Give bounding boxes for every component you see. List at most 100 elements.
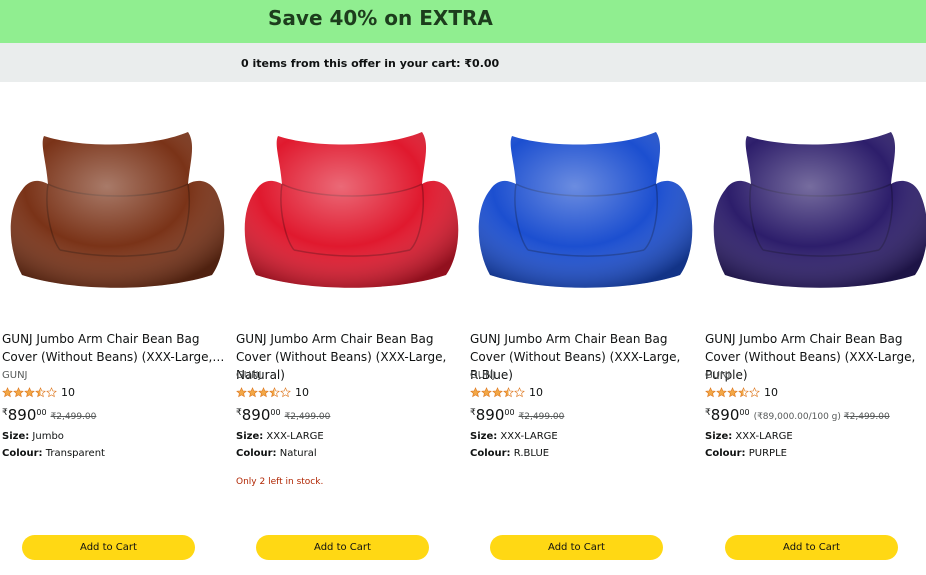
size-value: XXX-LARGE xyxy=(500,431,558,442)
product-title[interactable]: GUNJ Jumbo Arm Chair Bean Bag Cover (Wit… xyxy=(236,330,466,384)
add-to-cart-button[interactable]: Add to Cart xyxy=(490,535,663,560)
star-icon xyxy=(24,386,35,397)
size-label: Size: xyxy=(236,431,264,442)
star-icon xyxy=(727,386,738,397)
product-card-3: GUNJ Jumbo Arm Chair Bean Bag Cover (Wit… xyxy=(468,82,702,575)
star-icon xyxy=(749,386,760,397)
colour-value: Transparent xyxy=(45,448,105,459)
size-value: Jumbo xyxy=(32,431,64,442)
product-rating[interactable]: 10 xyxy=(470,384,543,400)
size-label: Size: xyxy=(470,431,498,442)
stock-note: Only 2 left in stock. xyxy=(236,477,324,487)
list-price: ₹2,499.00 xyxy=(843,412,890,422)
offer-cart-summary-bar: 0 items from this offer in your cart: ₹0… xyxy=(0,43,926,82)
product-colour: Colour: PURPLE xyxy=(705,448,787,459)
star-icon xyxy=(236,386,247,397)
star-icon xyxy=(258,386,269,397)
colour-label: Colour: xyxy=(705,448,746,459)
offer-banner: Save 40% on EXTRA xyxy=(0,0,926,43)
star-rating xyxy=(470,386,525,398)
star-rating xyxy=(705,386,760,398)
star-icon xyxy=(13,386,24,397)
product-rating[interactable]: 10 xyxy=(236,384,309,400)
product-rating[interactable]: 10 xyxy=(2,384,75,400)
list-price: ₹2,499.00 xyxy=(50,412,97,422)
rating-count[interactable]: 10 xyxy=(61,386,75,399)
star-icon xyxy=(481,386,492,397)
product-size: Size: Jumbo xyxy=(2,431,64,442)
list-price: ₹2,499.00 xyxy=(518,412,565,422)
star-rating xyxy=(2,386,57,398)
product-brand: GUNJ xyxy=(705,370,731,381)
price-fraction: 00 xyxy=(504,408,515,417)
star-icon xyxy=(738,386,749,397)
star-icon xyxy=(514,386,525,397)
colour-label: Colour: xyxy=(236,448,277,459)
star-icon xyxy=(46,386,57,397)
price-whole: 890 xyxy=(7,406,37,424)
product-rating[interactable]: 10 xyxy=(705,384,778,400)
star-icon xyxy=(269,386,280,397)
rating-count[interactable]: 10 xyxy=(764,386,778,399)
list-price: ₹2,499.00 xyxy=(284,412,331,422)
product-card-2: GUNJ Jumbo Arm Chair Bean Bag Cover (Wit… xyxy=(234,82,468,575)
add-to-cart-button[interactable]: Add to Cart xyxy=(22,535,195,560)
bean-bag-brown-image xyxy=(10,132,225,288)
product-title[interactable]: GUNJ Jumbo Arm Chair Bean Bag Cover (Wit… xyxy=(470,330,700,384)
product-price: ₹ 890 00 ₹2,499.00 xyxy=(236,406,330,424)
add-to-cart-button[interactable]: Add to Cart xyxy=(256,535,429,560)
price-whole: 890 xyxy=(475,406,505,424)
price-fraction: 00 xyxy=(270,408,281,417)
bean-bag-purple-image xyxy=(713,132,926,288)
star-icon xyxy=(280,386,291,397)
product-image[interactable] xyxy=(468,100,702,300)
product-title[interactable]: GUNJ Jumbo Arm Chair Bean Bag Cover (Wit… xyxy=(2,330,232,366)
price-whole: 890 xyxy=(710,406,740,424)
product-colour: Colour: Transparent xyxy=(2,448,105,459)
colour-value: PURPLE xyxy=(748,448,787,459)
star-icon xyxy=(247,386,258,397)
product-size: Size: XXX-LARGE xyxy=(705,431,793,442)
price-whole: 890 xyxy=(241,406,271,424)
product-brand: GUNJ xyxy=(470,370,496,381)
size-label: Size: xyxy=(2,431,30,442)
product-brand: GUNJ xyxy=(236,370,262,381)
offer-title: Save 40% on EXTRA xyxy=(268,6,493,30)
price-fraction: 00 xyxy=(36,408,47,417)
size-value: XXX-LARGE xyxy=(735,431,793,442)
product-image[interactable] xyxy=(0,100,234,300)
product-colour: Colour: Natural xyxy=(236,448,317,459)
star-icon xyxy=(2,386,13,397)
colour-value: R.BLUE xyxy=(513,448,550,459)
star-icon xyxy=(705,386,716,397)
add-to-cart-button[interactable]: Add to Cart xyxy=(725,535,898,560)
star-icon xyxy=(470,386,481,397)
product-colour: Colour: R.BLUE xyxy=(470,448,549,459)
bean-bag-red-image xyxy=(244,132,459,288)
star-icon xyxy=(716,386,727,397)
product-price: ₹ 890 00 (₹89,000.00/100 g) ₹2,499.00 xyxy=(705,406,890,424)
bean-bag-blue-image xyxy=(478,132,693,288)
size-label: Size: xyxy=(705,431,733,442)
product-size: Size: XXX-LARGE xyxy=(470,431,558,442)
product-image[interactable] xyxy=(703,100,926,300)
rating-count[interactable]: 10 xyxy=(529,386,543,399)
product-card-4: GUNJ Jumbo Arm Chair Bean Bag Cover (Wit… xyxy=(703,82,926,575)
star-icon xyxy=(35,386,46,397)
colour-label: Colour: xyxy=(470,448,511,459)
product-price: ₹ 890 00 ₹2,499.00 xyxy=(2,406,96,424)
unit-price: (₹89,000.00/100 g) xyxy=(753,412,841,422)
star-icon xyxy=(503,386,514,397)
star-icon xyxy=(492,386,503,397)
product-price: ₹ 890 00 ₹2,499.00 xyxy=(470,406,564,424)
rating-count[interactable]: 10 xyxy=(295,386,309,399)
size-value: XXX-LARGE xyxy=(266,431,324,442)
colour-value: Natural xyxy=(279,448,317,459)
price-fraction: 00 xyxy=(739,408,750,417)
product-title[interactable]: GUNJ Jumbo Arm Chair Bean Bag Cover (Wit… xyxy=(705,330,926,384)
product-image[interactable] xyxy=(234,100,468,300)
product-size: Size: XXX-LARGE xyxy=(236,431,324,442)
offer-cart-summary: 0 items from this offer in your cart: ₹0… xyxy=(241,57,500,70)
product-card-1: GUNJ Jumbo Arm Chair Bean Bag Cover (Wit… xyxy=(0,82,234,575)
colour-label: Colour: xyxy=(2,448,43,459)
